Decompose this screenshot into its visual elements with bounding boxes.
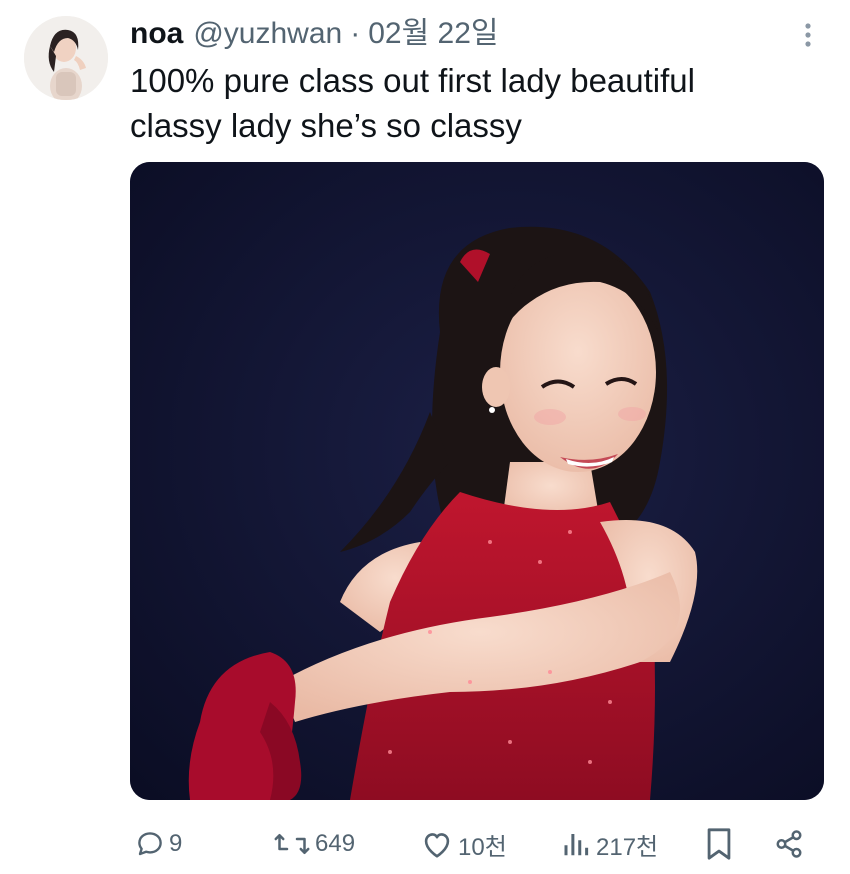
heart-icon — [424, 833, 450, 858]
avatar-image — [24, 16, 108, 100]
like-count: 10천 — [458, 833, 507, 861]
tweet-text: 100% pure class out first lady beautiful… — [130, 62, 695, 144]
tweet-media[interactable] — [130, 162, 824, 800]
like-button[interactable]: 10천 — [420, 820, 507, 868]
tweet-header: noa @yuzhwan · 02월 22일 — [130, 16, 498, 52]
retweet-icon — [274, 834, 310, 854]
view-count: 217천 — [596, 833, 659, 861]
reply-icon — [138, 832, 162, 856]
analytics-icon — [564, 834, 589, 856]
avatar[interactable] — [24, 16, 108, 100]
header-separator: · — [350, 17, 361, 50]
more-vertical-icon[interactable] — [796, 20, 820, 50]
share-icon — [776, 830, 802, 858]
reply-count: 9 — [169, 830, 183, 857]
bookmark-button[interactable] — [704, 820, 734, 868]
share-button[interactable] — [774, 820, 804, 868]
user-handle[interactable]: @yuzhwan — [193, 16, 342, 52]
views-button[interactable]: 217천 — [562, 820, 658, 868]
display-name[interactable]: noa — [130, 16, 183, 52]
reply-button[interactable]: 9 — [135, 820, 182, 868]
bookmark-icon — [707, 828, 731, 860]
retweet-count: 649 — [315, 830, 356, 857]
tweet-action-bar: 9 649 10천 217천 — [0, 820, 850, 868]
media-image — [130, 162, 824, 800]
retweet-button[interactable]: 649 — [273, 820, 355, 868]
post-date[interactable]: 02월 22일 — [368, 16, 498, 52]
